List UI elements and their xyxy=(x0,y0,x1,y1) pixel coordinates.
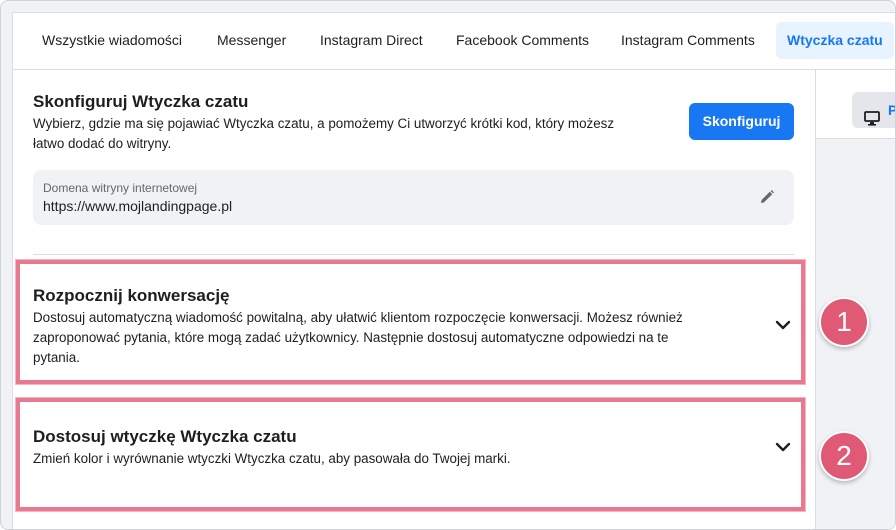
configure-description-line1: Wybierz, gdzie ma się pojawiać Wtyczka c… xyxy=(33,116,615,131)
tab-all-messages[interactable]: Wszystkie wiadomości xyxy=(31,22,193,59)
tab-instagram-direct[interactable]: Instagram Direct xyxy=(309,22,434,59)
tab-bar: Wszystkie wiadomości Messenger Instagram… xyxy=(13,13,895,70)
configure-button[interactable]: Skonfiguruj xyxy=(689,103,794,140)
chevron-down-icon[interactable] xyxy=(775,317,791,335)
chevron-down-icon[interactable] xyxy=(775,439,791,457)
pencil-icon[interactable] xyxy=(759,189,775,210)
window-frame: Wszystkie wiadomości Messenger Instagram… xyxy=(0,0,896,530)
section-description-line2: zaproponować pytania, które mogą zadać u… xyxy=(33,330,669,345)
tab-chat-plugin[interactable]: Wtyczka czatu xyxy=(776,22,894,59)
domain-label: Domena witryny internetowej xyxy=(43,181,198,195)
preview-header: Po xyxy=(816,70,895,139)
section-description-line1: Zmień kolor i wyrównanie wtyczki Wtyczka… xyxy=(33,451,511,466)
inbox-panel: Wszystkie wiadomości Messenger Instagram… xyxy=(12,12,895,529)
preview-label: Po xyxy=(888,92,895,128)
divider xyxy=(33,254,794,255)
callout-badge-2: 2 xyxy=(819,431,869,481)
domain-field[interactable]: Domena witryny internetowej https://www.… xyxy=(33,170,794,225)
preview-button[interactable]: Po xyxy=(852,92,895,128)
tab-facebook-comments[interactable]: Facebook Comments xyxy=(445,22,600,59)
start-conversation-section[interactable]: Rozpocznij konwersację Dostosuj automaty… xyxy=(16,260,805,384)
domain-value: https://www.mojlandingpage.pl xyxy=(43,198,233,214)
section-description-line1: Dostosuj automatyczną wiadomość powitaln… xyxy=(33,310,683,325)
section-title: Rozpocznij konwersację xyxy=(33,286,230,305)
customize-plugin-section[interactable]: Dostosuj wtyczkę Wtyczka czatu Zmień kol… xyxy=(16,398,805,511)
configure-description-line2: łatwo dodać do witryny. xyxy=(33,136,172,151)
section-description-line3: pytania. xyxy=(33,350,80,365)
section-title: Dostosuj wtyczkę Wtyczka czatu xyxy=(33,427,297,446)
configure-title: Skonfiguruj Wtyczka czatu xyxy=(33,92,249,111)
tab-instagram-comments[interactable]: Instagram Comments xyxy=(610,22,766,59)
monitor-icon xyxy=(864,103,880,128)
callout-badge-1: 1 xyxy=(819,297,869,347)
tab-messenger[interactable]: Messenger xyxy=(206,22,297,59)
